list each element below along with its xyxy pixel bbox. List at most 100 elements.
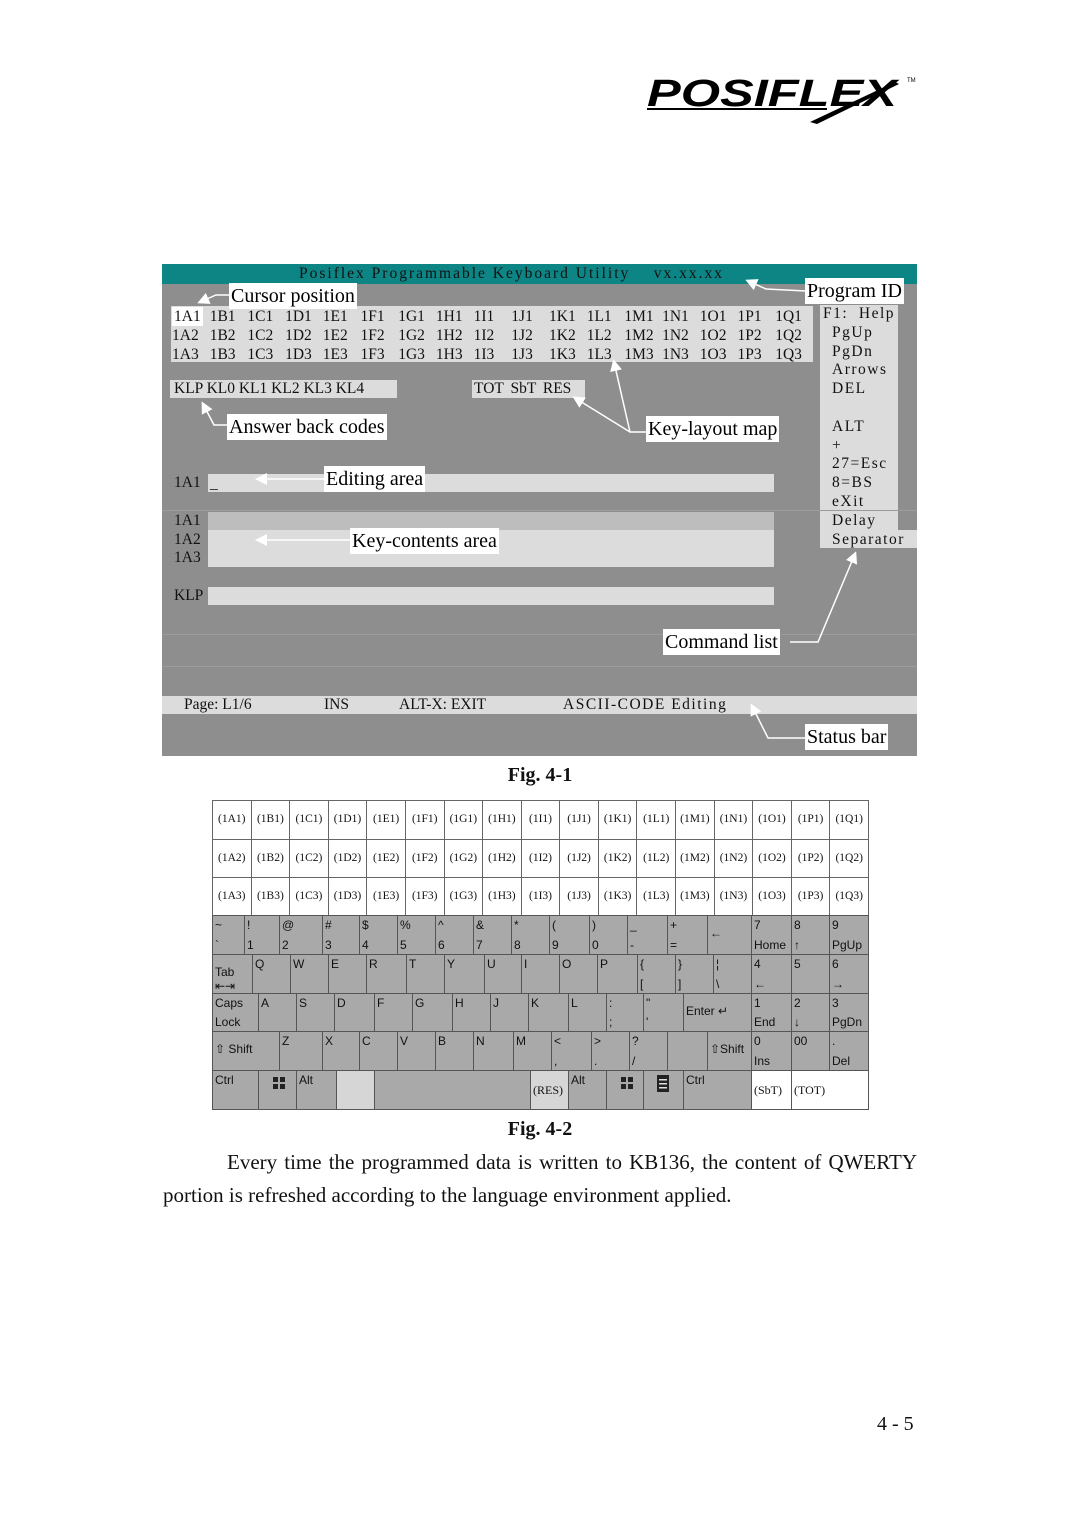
key-7[interactable]: 7 Home xyxy=(751,915,792,955)
key-windows[interactable] xyxy=(606,1070,644,1110)
figure-caption: Fig. 4-2 xyxy=(507,1118,573,1140)
key-symbol[interactable]: . Del xyxy=(829,1031,869,1071)
key-symbol[interactable]: ~ ` xyxy=(212,915,245,955)
key-label-top: 0 xyxy=(754,1034,761,1048)
key-caps[interactable]: Caps Lock xyxy=(212,993,259,1032)
key-w[interactable]: W xyxy=(290,954,329,994)
key-symbol[interactable]: >. xyxy=(591,1031,630,1071)
key-ctrl[interactable]: Ctrl xyxy=(683,1070,752,1110)
key-symbol[interactable]: {[ xyxy=(637,954,676,994)
key-9[interactable]: 9 PgUp xyxy=(829,915,869,955)
key-symbol[interactable]: ¦ \ xyxy=(713,954,752,994)
key-z[interactable]: Z xyxy=(279,1031,323,1071)
key-symbol[interactable]: & 7 xyxy=(473,915,512,955)
key-2[interactable]: 2 ↓ xyxy=(791,993,830,1032)
key-symbol[interactable]: * 8 xyxy=(511,915,550,955)
key-symbol[interactable]: :; xyxy=(606,993,644,1032)
key-8[interactable]: 8 ↑ xyxy=(791,915,830,955)
key-symbol[interactable]: _ - xyxy=(627,915,668,955)
key-symbol[interactable]: @2 xyxy=(279,915,323,955)
key-label-top: $ xyxy=(362,918,369,932)
grid-cell: (1F1) xyxy=(404,800,445,840)
key-label-bottom: ↓ xyxy=(794,1015,800,1029)
key-symbol[interactable]: $4 xyxy=(359,915,398,955)
key-v[interactable]: V xyxy=(397,1031,436,1071)
key-shift[interactable]: ⇧Shift xyxy=(707,1031,752,1071)
key-g[interactable]: G xyxy=(412,993,453,1032)
key-sbt[interactable]: (SbT) xyxy=(751,1070,792,1110)
key-symbol[interactable]: " ' xyxy=(643,993,684,1032)
key-u[interactable]: U xyxy=(484,954,522,994)
key-q[interactable]: Q xyxy=(252,954,291,994)
key-symbol[interactable]: #3 xyxy=(322,915,360,955)
key-1[interactable]: 1 End xyxy=(751,993,792,1032)
key-blank[interactable] xyxy=(374,1070,531,1110)
key-j[interactable]: J xyxy=(490,993,529,1032)
key-3[interactable]: 3 PgDn xyxy=(829,993,869,1032)
key-label-bottom: Del xyxy=(832,1054,851,1068)
key-symbol[interactable]: <, xyxy=(551,1031,592,1071)
key-y[interactable]: Y xyxy=(444,954,485,994)
grid-cell: (1M2) xyxy=(675,838,715,878)
key-label-top: _ xyxy=(630,918,637,932)
key-5[interactable]: 5 xyxy=(791,954,830,994)
key-o[interactable]: O xyxy=(559,954,598,994)
key-symbol[interactable]: ? / xyxy=(629,1031,668,1071)
key-symbol[interactable]: ^ 6 xyxy=(435,915,474,955)
key-m[interactable]: M xyxy=(513,1031,552,1071)
grid-cell: (1D3) xyxy=(327,877,368,917)
key-windows[interactable] xyxy=(258,1070,297,1110)
grid-cell: (1P1) xyxy=(790,800,831,840)
key-b[interactable]: B xyxy=(435,1031,474,1071)
key-blank[interactable] xyxy=(667,1031,708,1071)
key-h[interactable]: H xyxy=(452,993,491,1032)
key-res[interactable]: (RES) xyxy=(530,1070,569,1110)
key-symbol[interactable]: ! 1 xyxy=(244,915,280,955)
key-f[interactable]: F xyxy=(374,993,413,1032)
key-6[interactable]: 6 → xyxy=(829,954,869,994)
key-symbol[interactable]: (9 xyxy=(549,915,590,955)
key-label-bottom: 8 xyxy=(514,938,521,952)
key-tot[interactable]: (TOT) xyxy=(791,1070,869,1110)
grid-cell: (1J1) xyxy=(559,800,599,840)
key-0[interactable]: 0 Ins xyxy=(751,1031,792,1071)
key-a[interactable]: A xyxy=(258,993,297,1032)
key-symbol[interactable]: % 5 xyxy=(397,915,436,955)
key-symbol[interactable]: ← xyxy=(707,915,752,955)
key-shift[interactable]: ⇧ Shift xyxy=(212,1031,280,1071)
key-r[interactable]: R xyxy=(366,954,407,994)
key-symbol[interactable]: + = xyxy=(667,915,708,955)
callout-arrows xyxy=(197,279,858,739)
key-00[interactable]: 00 xyxy=(791,1031,830,1071)
key-s[interactable]: S xyxy=(296,993,335,1032)
key-enter[interactable]: Enter ↵ xyxy=(683,993,752,1032)
key-d[interactable]: D xyxy=(334,993,375,1032)
key-i[interactable]: I xyxy=(521,954,560,994)
key-symbol[interactable]: ) 0 xyxy=(589,915,628,955)
key-t[interactable]: T xyxy=(406,954,445,994)
key-k[interactable]: K xyxy=(528,993,569,1032)
key-label-bottom: PgDn xyxy=(832,1015,863,1029)
key-label-bottom: 4 xyxy=(362,938,369,952)
key-label-bottom: Home xyxy=(754,938,787,952)
key-l[interactable]: L xyxy=(568,993,607,1032)
key-label-top: @ xyxy=(282,918,295,932)
key-blank[interactable] xyxy=(336,1070,375,1110)
key-n[interactable]: N xyxy=(473,1031,514,1071)
key-label: Tab ⇤⇥ xyxy=(215,965,236,993)
key-label-bottom: 2 xyxy=(282,938,289,952)
key-e[interactable]: E xyxy=(328,954,367,994)
key-x[interactable]: X xyxy=(322,1031,360,1071)
key-p[interactable]: P xyxy=(597,954,638,994)
key-symbol[interactable]: }] xyxy=(675,954,714,994)
key-menu[interactable] xyxy=(643,1070,684,1110)
key-alt[interactable]: Alt xyxy=(296,1070,337,1110)
key-alt[interactable]: Alt xyxy=(568,1070,607,1110)
key-label-top: 00 xyxy=(794,1034,808,1048)
key-tab[interactable]: Tab ⇤⇥ xyxy=(212,954,253,994)
grid-cell: (1D2) xyxy=(327,838,368,878)
key-c[interactable]: C xyxy=(359,1031,398,1071)
key-4[interactable]: 4 ← xyxy=(751,954,792,994)
key-ctrl[interactable]: Ctrl xyxy=(212,1070,259,1110)
grid-cell: (1C3) xyxy=(289,877,329,917)
